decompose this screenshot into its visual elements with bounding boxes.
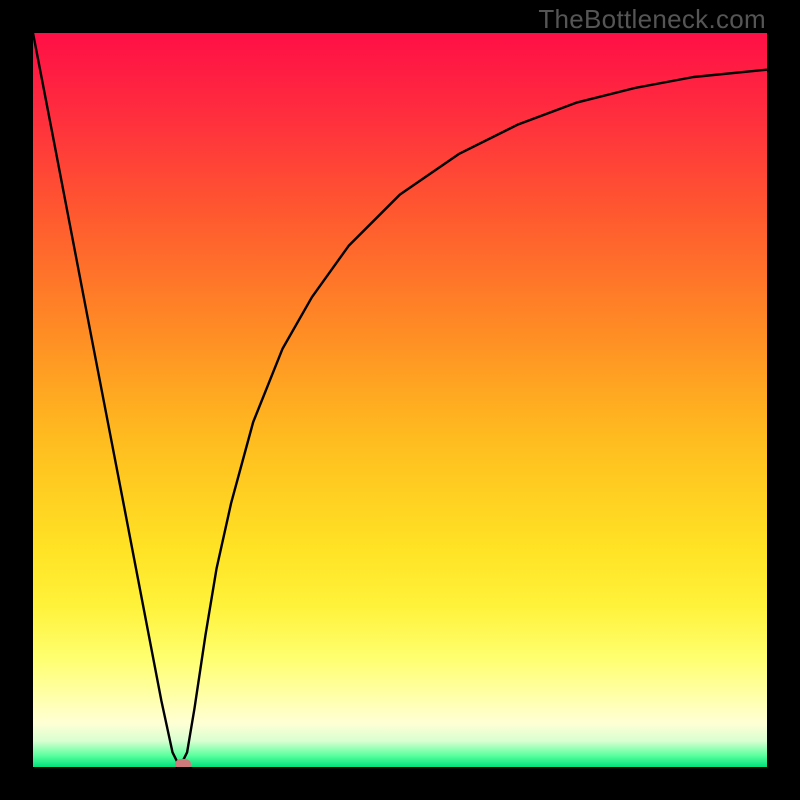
optimum-marker: [175, 759, 191, 767]
chart-frame: TheBottleneck.com: [0, 0, 800, 800]
watermark-text: TheBottleneck.com: [538, 4, 766, 35]
plot-area: [33, 33, 767, 767]
curve-layer: [33, 33, 767, 767]
bottleneck-curve: [33, 33, 767, 767]
